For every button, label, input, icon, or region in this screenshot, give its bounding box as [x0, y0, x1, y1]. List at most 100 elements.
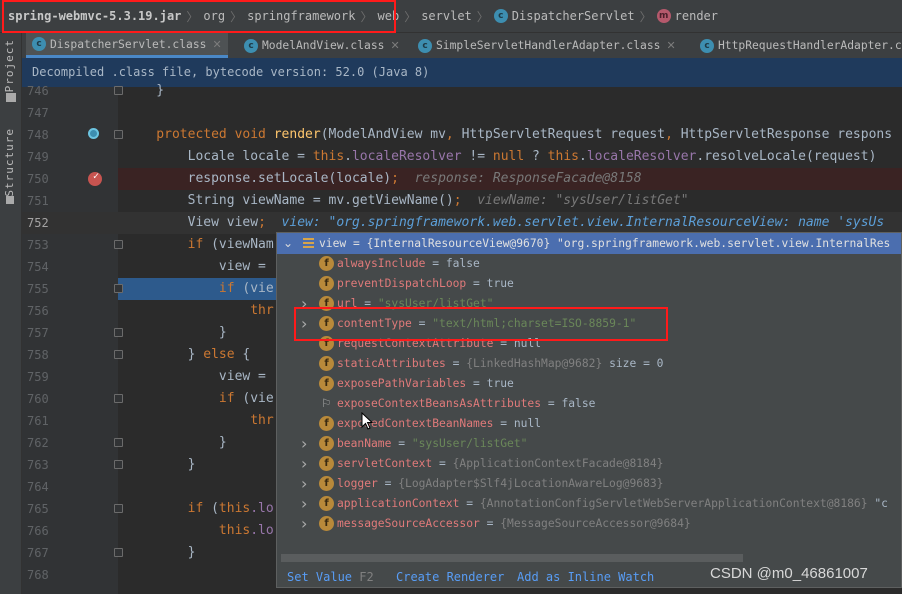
variable-value: {MessageSourceAccessor@9684}	[500, 517, 691, 530]
breakpoint-icon[interactable]	[88, 166, 102, 188]
fold-marker-icon[interactable]	[114, 240, 123, 249]
method-icon: m	[656, 9, 671, 23]
variable-row-logger[interactable]: › f logger = {LogAdapter$Slf4jLocationAwar…	[277, 474, 901, 494]
set-value-link[interactable]: Set Value F2	[287, 566, 374, 588]
variable-name: preventDispatchLoop	[337, 277, 467, 290]
variable-name: applicationContext	[337, 497, 460, 510]
breadcrumb-item[interactable]: m render	[656, 9, 718, 23]
code-line[interactable]: 747	[22, 102, 902, 124]
code-token: ,	[445, 127, 462, 142]
code-token: null	[492, 149, 525, 164]
code-text: this.lo	[125, 520, 274, 542]
equals-sign: =	[432, 457, 453, 470]
chevron-down-icon[interactable]: ⌄	[283, 233, 293, 254]
field-icon: f	[319, 256, 334, 271]
code-text: if (viewNam	[125, 234, 274, 256]
fold-marker-icon[interactable]	[114, 438, 123, 447]
code-text: if (vie	[125, 388, 274, 410]
variable-row-exposeContextBeansAsAttributes[interactable]: ⚐ exposeContextBeansAsAttributes = false	[277, 394, 901, 414]
structure-tool-button[interactable]: Structure	[3, 128, 16, 197]
variable-text: alwaysInclude = false	[337, 254, 480, 274]
variable-row-alwaysInclude[interactable]: f alwaysInclude = false	[277, 254, 901, 274]
breadcrumb-separator-icon: 〉	[404, 9, 417, 24]
variable-name: messageSourceAccessor	[337, 517, 480, 530]
set-value-label: Set Value	[287, 570, 353, 584]
code-text: } else {	[125, 344, 251, 366]
breadcrumb-separator-icon: 〉	[639, 9, 652, 24]
code-token: }	[125, 457, 196, 472]
code-line[interactable]: 748 protected void render(ModelAndView m…	[22, 124, 902, 146]
code-line[interactable]: 752 View view; view: "org.springframewor…	[22, 212, 902, 234]
code-text: if (vie	[125, 278, 274, 300]
code-line[interactable]: 750 response.setLocale(locale); response…	[22, 166, 902, 190]
add-inline-watch-link[interactable]: Add as Inline Watch	[517, 566, 654, 588]
variable-row-exposePathVariables[interactable]: f exposePathVariables = true	[277, 374, 901, 394]
fold-marker-icon[interactable]	[114, 130, 123, 139]
create-renderer-link[interactable]: Create Renderer	[396, 566, 504, 588]
line-number: 755	[27, 282, 49, 296]
fold-marker-icon[interactable]	[114, 284, 123, 293]
variable-value: {LogAdapter$Slf4jLocationAwareLog@9683}	[398, 477, 664, 490]
code-line[interactable]: 749 Locale locale = this.localeResolver …	[22, 146, 902, 168]
chevron-right-icon[interactable]: ›	[301, 474, 307, 494]
code-token: thr	[125, 303, 274, 318]
code-token: }	[125, 325, 227, 340]
close-icon[interactable]: ✕	[212, 38, 221, 51]
code-text: response.setLocale(locale); response: Re…	[125, 168, 642, 190]
code-line[interactable]: 746 }	[22, 80, 902, 102]
variable-row-staticAttributes[interactable]: f staticAttributes = {LinkedHashMap@9682}…	[277, 354, 901, 374]
chevron-right-icon[interactable]: ›	[301, 494, 307, 514]
code-token: .resolveLocale(request)	[696, 149, 877, 164]
breadcrumb-item[interactable]: servlet	[421, 9, 472, 23]
structure-icon	[6, 196, 14, 204]
code-text: String viewName = mv.getViewName(); view…	[125, 190, 689, 212]
close-icon[interactable]: ✕	[390, 39, 399, 52]
line-number: 746	[27, 84, 49, 98]
project-tool-button[interactable]: Project	[3, 39, 16, 92]
fold-marker-icon[interactable]	[114, 350, 123, 359]
annotation-box-content-type	[294, 307, 668, 341]
popup-header-row[interactable]: ⌄ view = {InternalResourceView@9670} "or…	[277, 233, 901, 254]
fold-marker-icon[interactable]	[114, 548, 123, 557]
override-method-icon[interactable]	[88, 128, 99, 139]
code-token: .lo	[250, 523, 274, 538]
fold-marker-icon[interactable]	[114, 504, 123, 513]
code-token: (vie	[242, 391, 274, 406]
code-token: .	[344, 149, 352, 164]
variable-row-beanName[interactable]: › f beanName = "sysUser/listGet"	[277, 434, 901, 454]
tab-label: DispatcherServlet.class	[50, 37, 207, 51]
chevron-right-icon[interactable]: ›	[301, 514, 307, 534]
close-icon[interactable]: ✕	[666, 39, 675, 52]
equals-sign: =	[445, 357, 467, 370]
debugger-value-popup: ⌄ view = {InternalResourceView@9670} "or…	[276, 232, 902, 588]
fold-marker-icon[interactable]	[114, 86, 123, 95]
breadcrumb-item[interactable]: c DispatcherServlet	[493, 9, 635, 23]
tab-simpleservlethandleradapter[interactable]: c SimpleServletHandlerAdapter.class ✕	[412, 33, 682, 58]
chevron-right-icon[interactable]: ›	[301, 454, 307, 474]
fold-marker-icon[interactable]	[114, 394, 123, 403]
code-token: this	[218, 501, 251, 516]
fold-marker-icon[interactable]	[114, 460, 123, 469]
horizontal-scrollbar[interactable]	[281, 554, 743, 562]
variable-value: false	[561, 397, 596, 410]
tab-dispatcherservlet[interactable]: c DispatcherServlet.class ✕	[26, 33, 228, 58]
variable-row-preventDispatchLoop[interactable]: f preventDispatchLoop = true	[277, 274, 901, 294]
tab-httprequesthandleradapter[interactable]: c HttpRequestHandlerAdapter.c	[694, 33, 902, 58]
code-token: ;	[453, 193, 462, 208]
variable-row-applicationContext[interactable]: › f applicationContext = {AnnotationConfig…	[277, 494, 901, 514]
equals-sign: =	[391, 437, 412, 450]
code-line[interactable]: 751 String viewName = mv.getViewName(); …	[22, 190, 902, 212]
code-token: }	[125, 545, 196, 560]
chevron-right-icon[interactable]: ›	[301, 434, 307, 454]
editor-tabs: c DispatcherServlet.class ✕ c ModelAndView.c…	[22, 33, 902, 58]
code-token: String viewName = mv.getViewName()	[125, 193, 454, 208]
code-token: else	[203, 347, 243, 362]
line-number: 756	[27, 304, 49, 318]
fold-marker-icon[interactable]	[114, 328, 123, 337]
popup-header-text: view = {InternalResourceView@9670} "org.…	[319, 237, 891, 250]
variable-text: servletContext = {ApplicationContextFaca…	[337, 454, 663, 474]
variable-row-messageSourceAccessor[interactable]: › f messageSourceAccessor = {MessageSource…	[277, 514, 901, 534]
line-number: 766	[27, 524, 49, 538]
variable-row-servletContext[interactable]: › f servletContext = {ApplicationContextFa…	[277, 454, 901, 474]
tab-modelandview[interactable]: c ModelAndView.class ✕	[238, 33, 406, 58]
